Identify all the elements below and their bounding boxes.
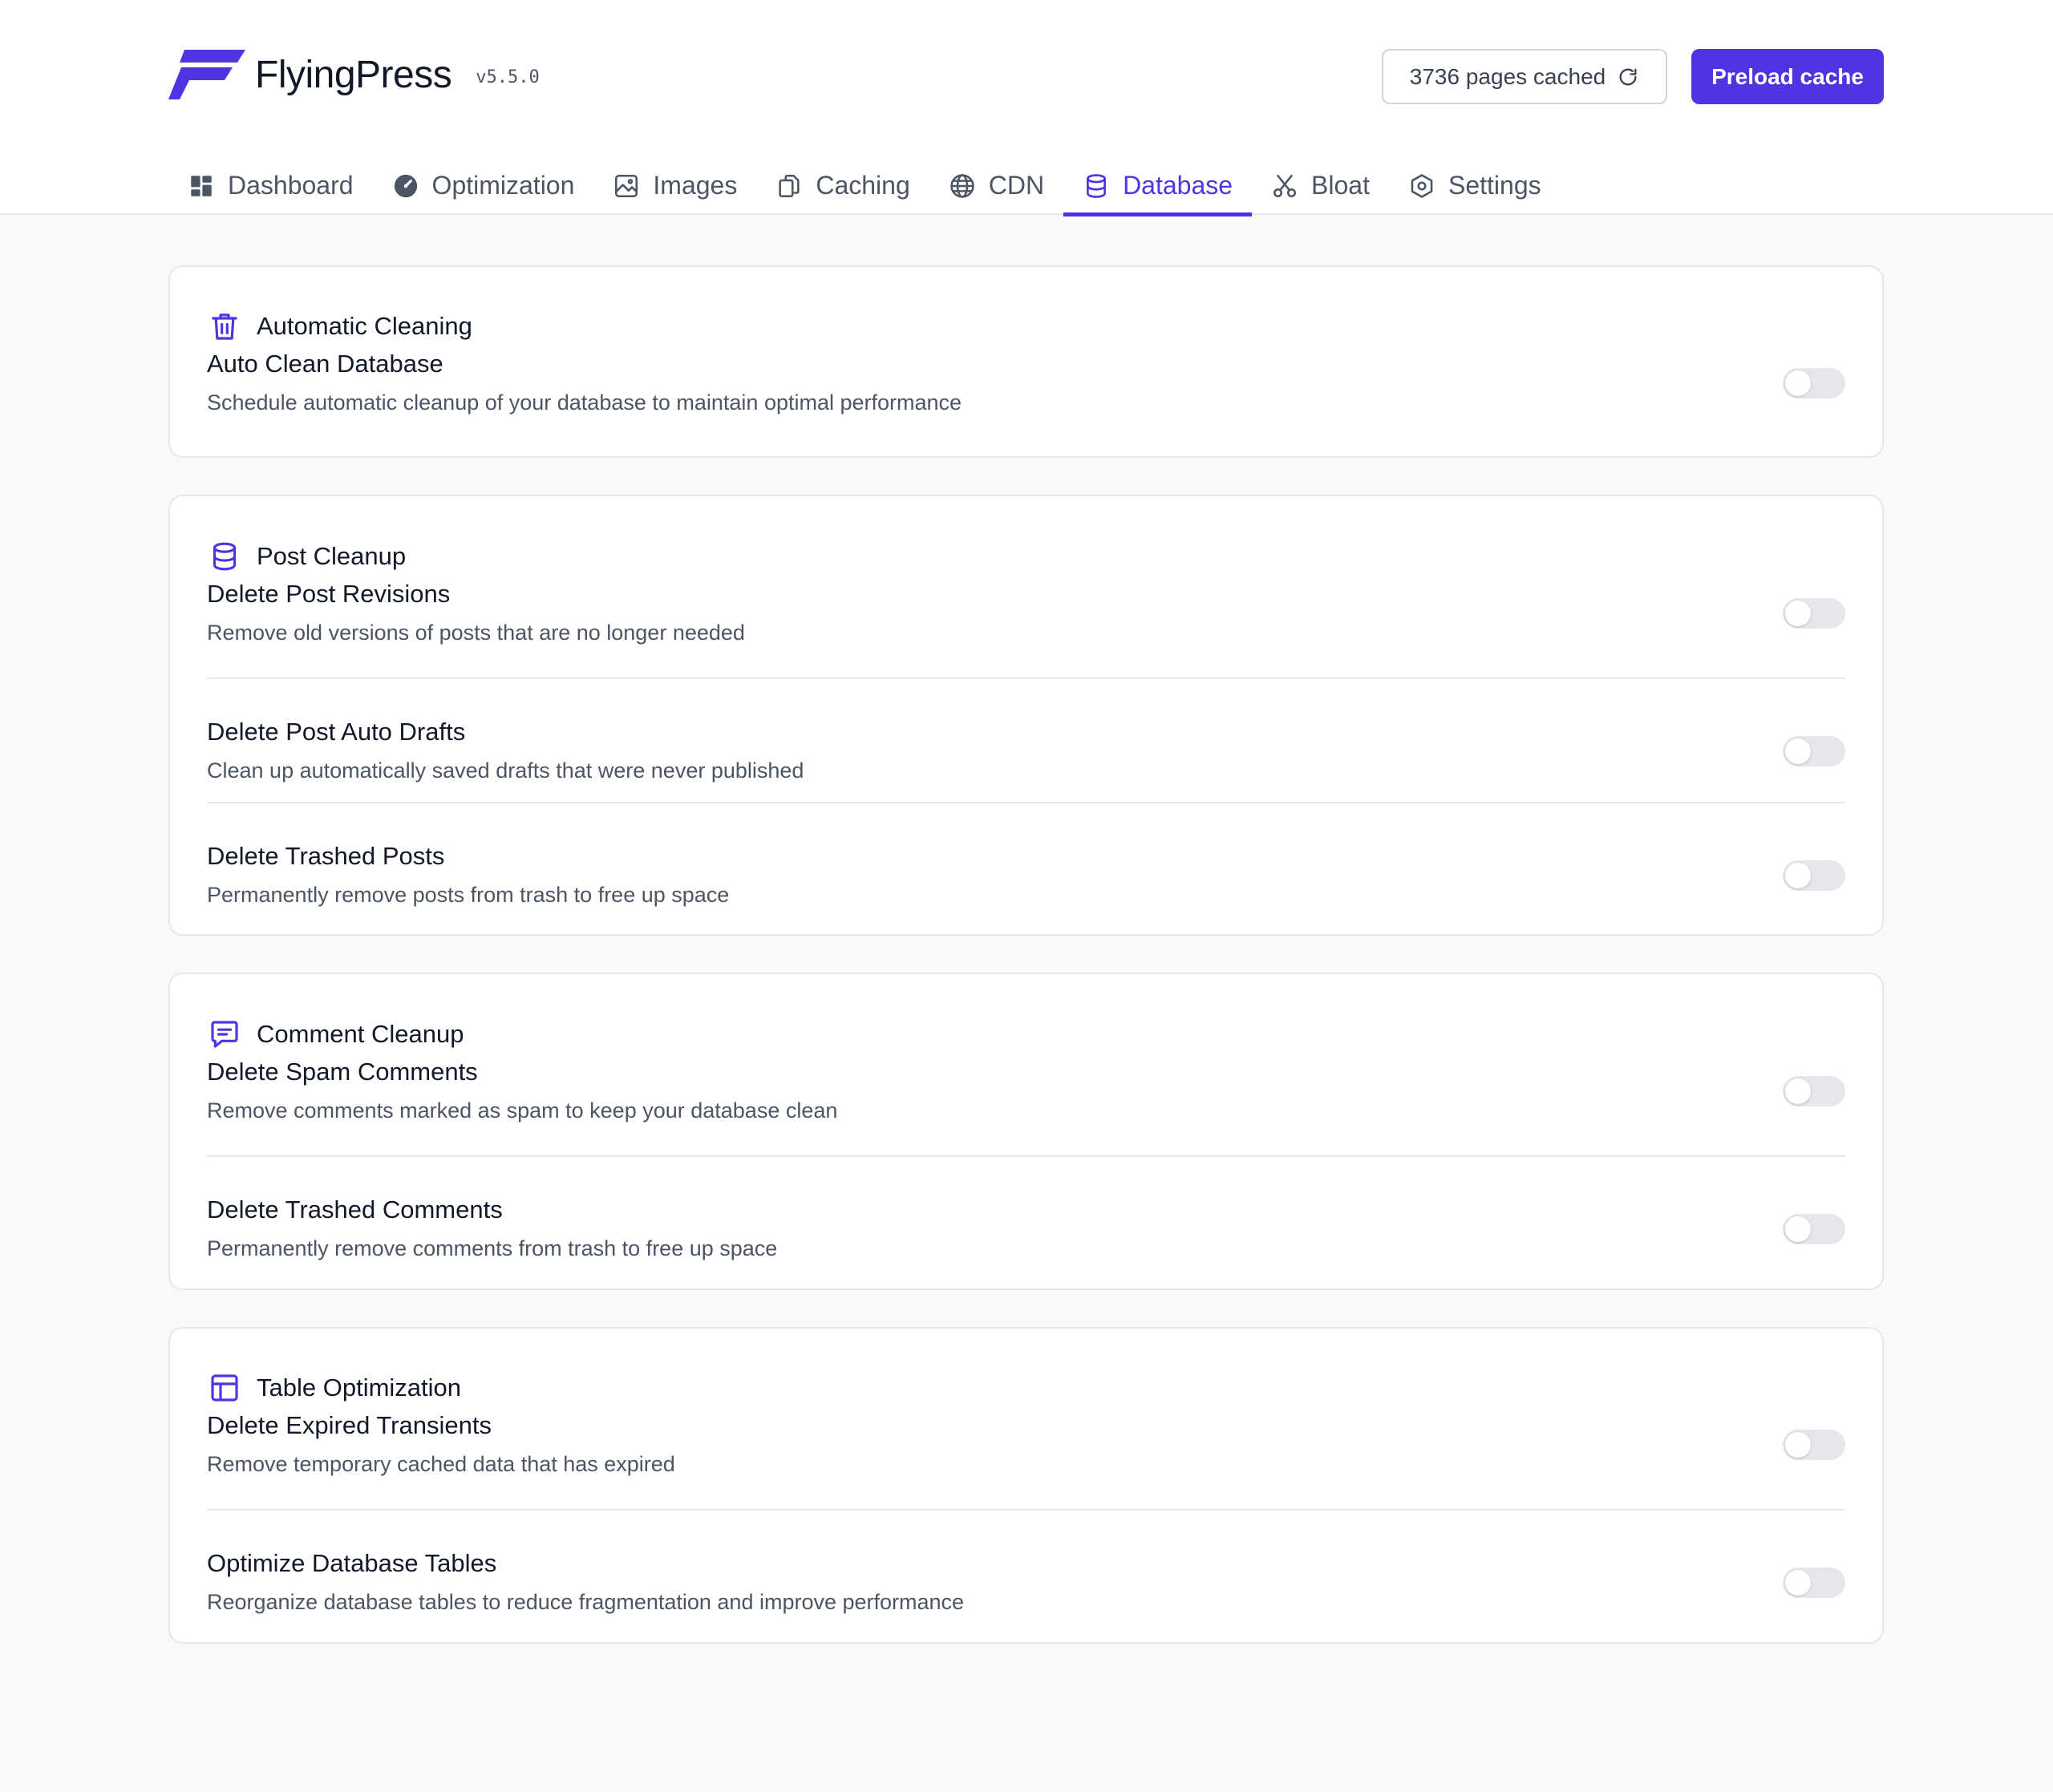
table-icon: [211, 1374, 238, 1402]
setting-row: Delete Trashed Posts Permanently remove …: [207, 802, 1845, 926]
section-header: Comment Cleanup: [207, 1014, 1845, 1054]
flyingpress-logo-icon: [168, 50, 245, 99]
setting-description: Remove comments marked as spam to keep y…: [207, 1098, 838, 1123]
setting-description: Reorganize database tables to reduce fra…: [207, 1590, 965, 1614]
tab-images[interactable]: Images: [593, 156, 756, 215]
section-title: Comment Cleanup: [257, 1020, 464, 1048]
toggle-knob: [1785, 1432, 1811, 1458]
delete-expired-transients-toggle[interactable]: [1783, 1430, 1845, 1460]
settings-icon: [1411, 173, 1433, 198]
preload-cache-button[interactable]: Preload cache: [1691, 49, 1884, 104]
globe-icon: [950, 173, 974, 198]
tab-label: Dashboard: [228, 171, 354, 200]
section-table-optimization: Table Optimization Delete Expired Transi…: [168, 1327, 1884, 1644]
version-label: v5.5.0: [476, 67, 540, 87]
tab-label: Settings: [1448, 171, 1541, 200]
setting-title: Delete Post Auto Drafts: [207, 718, 466, 746]
section-comment-cleanup: Comment Cleanup Delete Spam Comments Rem…: [168, 973, 1884, 1290]
setting-row: Auto Clean Database Schedule automatic c…: [207, 346, 1845, 447]
brand-name: FlyingPress: [255, 53, 452, 96]
setting-description: Remove temporary cached data that has ex…: [207, 1452, 675, 1476]
delete-spam-comments-toggle[interactable]: [1783, 1076, 1845, 1106]
tab-label: Images: [653, 171, 738, 200]
copy-icon: [779, 174, 800, 197]
toggle-knob: [1785, 1078, 1811, 1104]
setting-row: Optimize Database Tables Reorganize data…: [207, 1509, 1845, 1633]
tab-dashboard[interactable]: Dashboard: [168, 156, 373, 215]
section-title: Automatic Cleaning: [257, 312, 472, 340]
database-icon: [213, 542, 237, 571]
section-title: Table Optimization: [257, 1373, 462, 1402]
setting-description: Remove old versions of posts that are no…: [207, 621, 745, 645]
pages-cached-label: 3736 pages cached: [1409, 63, 1606, 89]
tab-label: CDN: [988, 171, 1045, 200]
setting-description: Clean up automatically saved drafts that…: [207, 758, 804, 783]
refresh-icon: [1619, 68, 1637, 86]
auto-clean-toggle[interactable]: [1783, 368, 1845, 398]
setting-title: Delete Expired Transients: [207, 1411, 492, 1439]
brand-logo[interactable]: FlyingPress v5.5.0: [168, 50, 540, 99]
app-header: FlyingPress v5.5.0 3736 pages cached Pre…: [0, 0, 2053, 216]
tab-label: Database: [1123, 171, 1233, 200]
tab-cdn[interactable]: CDN: [929, 156, 1063, 215]
image-icon: [615, 174, 638, 197]
setting-title: Auto Clean Database: [207, 350, 443, 378]
tab-database[interactable]: Database: [1063, 156, 1253, 216]
setting-row: Delete Post Revisions Remove old version…: [207, 576, 1845, 678]
toggle-knob: [1785, 738, 1811, 764]
delete-post-revisions-toggle[interactable]: [1783, 598, 1845, 629]
tab-bloat[interactable]: Bloat: [1252, 156, 1389, 215]
toggle-knob: [1785, 370, 1811, 396]
setting-description: Permanently remove comments from trash t…: [207, 1236, 778, 1260]
setting-description: Permanently remove posts from trash to f…: [207, 883, 730, 907]
main-nav: Dashboard Optimization Images Caching CD…: [168, 156, 1561, 216]
toggle-knob: [1785, 1570, 1811, 1596]
gauge-icon: [394, 174, 417, 197]
scissors-icon: [1274, 174, 1297, 197]
optimize-database-tables-toggle[interactable]: [1783, 1567, 1845, 1598]
section-automatic-cleaning: Automatic Cleaning Auto Clean Database S…: [168, 265, 1884, 458]
pages-cached-button[interactable]: 3736 pages cached: [1382, 49, 1667, 104]
delete-trashed-comments-toggle[interactable]: [1783, 1214, 1845, 1244]
setting-row: Delete Expired Transients Remove tempora…: [207, 1408, 1845, 1509]
setting-title: Delete Post Revisions: [207, 580, 451, 608]
setting-row: Delete Trashed Comments Permanently remo…: [207, 1155, 1845, 1280]
section-header: Table Optimization: [207, 1368, 1845, 1408]
setting-title: Delete Spam Comments: [207, 1058, 478, 1086]
section-header: Post Cleanup: [207, 536, 1845, 576]
toggle-knob: [1785, 601, 1811, 626]
tab-label: Optimization: [431, 171, 575, 200]
database-icon: [1087, 173, 1107, 198]
tab-optimization[interactable]: Optimization: [373, 156, 594, 215]
setting-row: Delete Spam Comments Remove comments mar…: [207, 1054, 1845, 1155]
tab-label: Bloat: [1311, 171, 1370, 200]
setting-description: Schedule automatic cleanup of your datab…: [207, 390, 962, 415]
setting-title: Delete Trashed Posts: [207, 842, 445, 870]
setting-row: Delete Post Auto Drafts Clean up automat…: [207, 678, 1845, 802]
comment-icon: [211, 1021, 238, 1048]
section-post-cleanup: Post Cleanup Delete Post Revisions Remov…: [168, 495, 1884, 936]
delete-trashed-posts-toggle[interactable]: [1783, 860, 1845, 891]
tab-settings[interactable]: Settings: [1389, 156, 1561, 215]
setting-title: Optimize Database Tables: [207, 1549, 497, 1577]
section-title: Post Cleanup: [257, 542, 407, 570]
tab-label: Caching: [816, 171, 910, 200]
section-header: Automatic Cleaning: [207, 306, 1845, 346]
tab-caching[interactable]: Caching: [756, 156, 929, 215]
setting-title: Delete Trashed Comments: [207, 1195, 503, 1224]
trash-icon: [212, 313, 237, 340]
dashboard-icon: [191, 175, 212, 196]
toggle-knob: [1785, 1216, 1811, 1242]
delete-post-auto-drafts-toggle[interactable]: [1783, 736, 1845, 767]
toggle-knob: [1785, 863, 1811, 888]
